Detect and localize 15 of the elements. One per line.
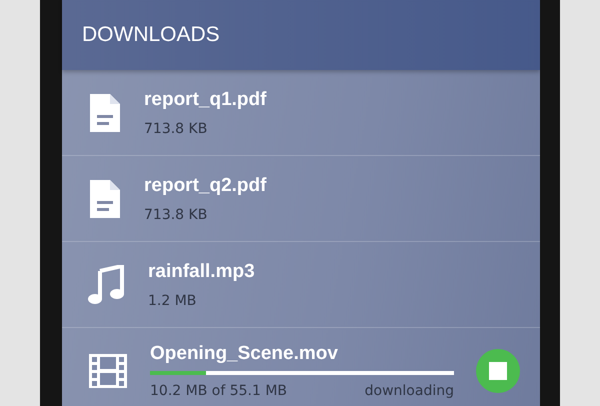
music-note-icon xyxy=(88,264,126,304)
file-name[interactable]: rainfall.mp3 xyxy=(148,260,520,282)
stop-button[interactable] xyxy=(476,348,520,392)
file-size: 713.8 KB xyxy=(144,120,208,136)
document-icon xyxy=(88,178,122,218)
file-size: 1.2 MB xyxy=(148,292,196,308)
file-name[interactable]: Opening_Scene.mov xyxy=(150,342,454,364)
document-icon xyxy=(88,92,122,132)
file-name[interactable]: report_q1.pdf xyxy=(144,88,520,110)
file-size: 713.8 KB xyxy=(144,206,208,222)
file-size: 10.2 MB of 55.1 MB xyxy=(150,382,288,398)
file-name[interactable]: report_q2.pdf xyxy=(144,174,520,196)
header-title: DOWNLOADS xyxy=(82,23,220,47)
film-icon xyxy=(88,352,128,388)
download-status: downloading xyxy=(364,382,454,398)
